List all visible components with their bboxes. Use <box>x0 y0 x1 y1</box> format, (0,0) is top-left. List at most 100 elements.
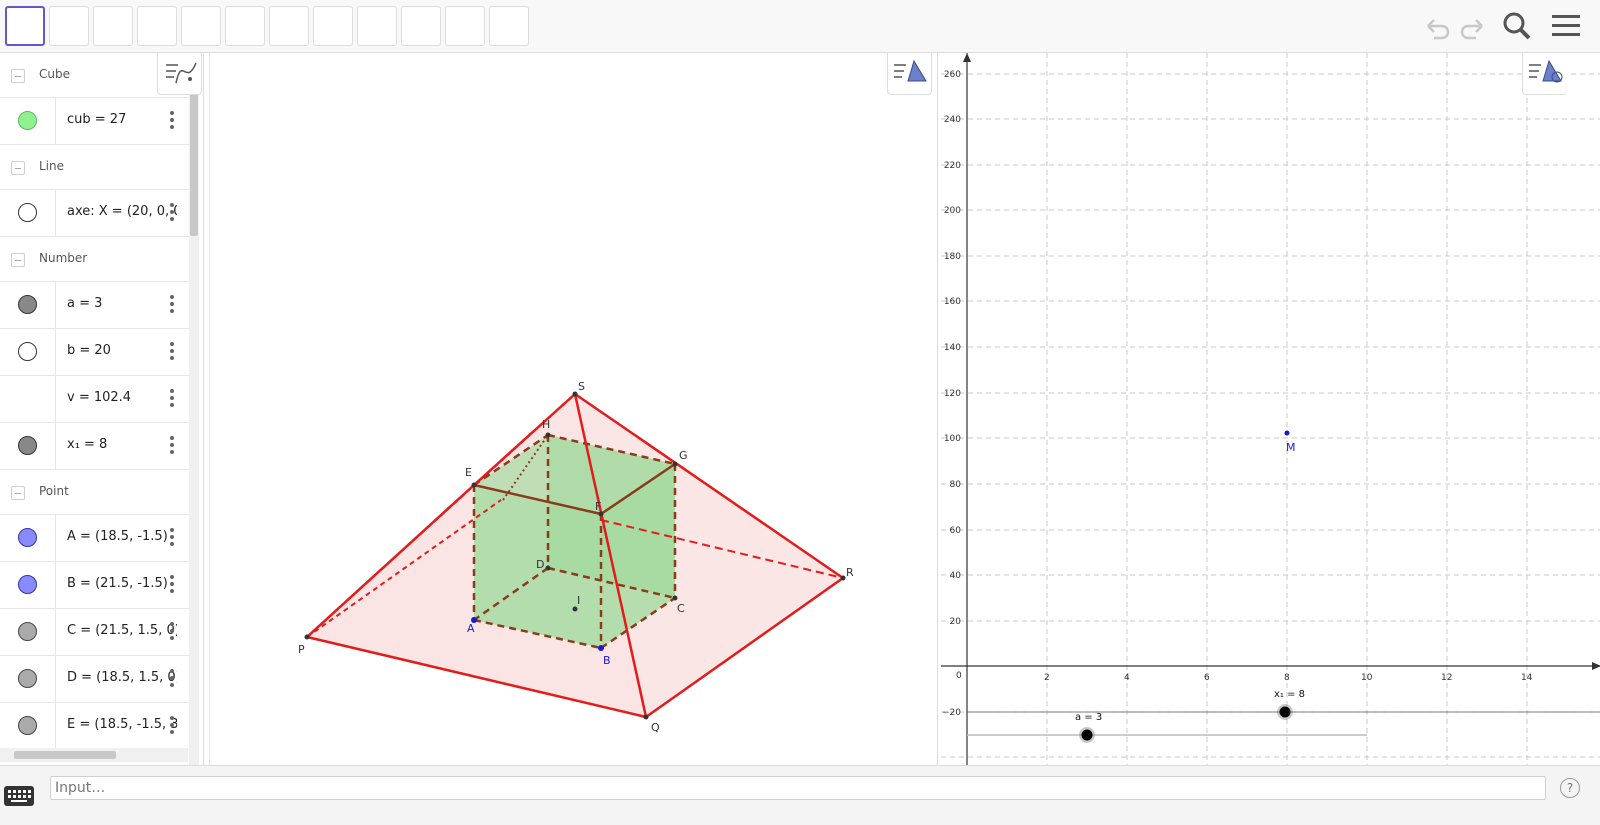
3d-style-bar-toggle[interactable] <box>887 53 932 95</box>
algebra-expression[interactable]: C = (21.5, 1.5, 0) <box>67 623 177 638</box>
2d-canvas[interactable]: 0 2 4 6 8 10 12 14 260 240 220 200 180 1… <box>938 53 1600 765</box>
more-options-icon[interactable] <box>170 669 174 687</box>
more-options-icon[interactable] <box>170 622 174 640</box>
algebra-expression[interactable]: cub = 27 <box>67 112 177 127</box>
point-E[interactable] <box>471 482 477 488</box>
algebra-row-v[interactable]: v = 102.4 <box>0 376 190 423</box>
algebra-row-C[interactable]: C = (21.5, 1.5, 0) <box>0 609 190 656</box>
algebra-expression[interactable]: D = (18.5, 1.5, 0) <box>67 670 177 685</box>
algebra-input-field[interactable] <box>50 776 1546 800</box>
tool-button-2[interactable] <box>49 6 89 46</box>
more-options-icon[interactable] <box>170 203 174 221</box>
collapse-icon[interactable] <box>11 161 25 175</box>
algebra-expression[interactable]: A = (18.5, -1.5) <box>67 529 177 544</box>
tool-button-4[interactable] <box>137 6 177 46</box>
slider-x1-label: x₁ = 8 <box>1274 689 1305 700</box>
redo-icon[interactable] <box>1456 10 1490 42</box>
point-C[interactable] <box>672 595 678 601</box>
more-options-icon[interactable] <box>170 389 174 407</box>
tool-button-8[interactable] <box>313 6 353 46</box>
point-S[interactable] <box>572 391 578 397</box>
point-D[interactable] <box>545 565 551 571</box>
point-M[interactable] <box>1284 430 1290 436</box>
algebra-row-axe[interactable]: axe: X = (20, 0, 0) + λ (0, 0, 1) <box>0 190 190 237</box>
visibility-marble[interactable] <box>18 203 37 222</box>
algebra-row-b[interactable]: b = 20 <box>0 329 190 376</box>
visibility-marble[interactable] <box>18 622 37 641</box>
algebra-row-x1[interactable]: x₁ = 8 <box>0 423 190 470</box>
visibility-marble[interactable] <box>18 342 37 361</box>
tool-button-11[interactable] <box>445 6 485 46</box>
group-label: Number <box>39 251 88 265</box>
point-P[interactable] <box>304 634 310 640</box>
tool-move-button[interactable] <box>5 6 45 46</box>
hamburger-menu-icon[interactable] <box>1550 10 1584 42</box>
visibility-marble[interactable] <box>18 528 37 547</box>
more-options-icon[interactable] <box>170 111 174 129</box>
more-options-icon[interactable] <box>170 436 174 454</box>
algebra-row-cub[interactable]: cub = 27 <box>0 98 190 145</box>
more-options-icon[interactable] <box>170 295 174 313</box>
algebra-expression[interactable]: a = 3 <box>67 296 177 311</box>
point-I[interactable] <box>572 606 578 612</box>
algebra-horizontal-scrollbar[interactable] <box>0 748 188 762</box>
collapse-icon[interactable] <box>11 253 25 267</box>
point-label: S <box>578 380 585 393</box>
undo-icon[interactable] <box>1420 10 1454 42</box>
3d-canvas[interactable]: S H G E F D I C A B P Q R <box>210 53 933 765</box>
search-icon[interactable] <box>1500 10 1534 42</box>
slider-a-handle[interactable] <box>1081 729 1093 741</box>
tool-button-9[interactable] <box>357 6 397 46</box>
keyboard-icon[interactable] <box>4 786 34 806</box>
algebra-vertical-scrollbar[interactable] <box>189 93 199 783</box>
more-options-icon[interactable] <box>170 716 174 734</box>
group-header-point[interactable]: Point <box>0 470 190 515</box>
tool-button-3[interactable] <box>93 6 133 46</box>
algebra-expression[interactable]: E = (18.5, -1.5, 3) <box>67 717 177 732</box>
visibility-marble[interactable] <box>18 716 37 735</box>
visibility-marble[interactable] <box>18 575 37 594</box>
point-label: I <box>577 594 580 607</box>
visibility-marble[interactable] <box>18 669 37 688</box>
algebra-row-A[interactable]: A = (18.5, -1.5) <box>0 515 190 562</box>
algebra-expression[interactable]: B = (21.5, -1.5) <box>67 576 177 591</box>
algebra-expression[interactable]: v = 102.4 <box>67 390 177 405</box>
algebra-style-bar-toggle[interactable] <box>157 53 202 95</box>
algebra-row-B[interactable]: B = (21.5, -1.5) <box>0 562 190 609</box>
tool-button-6[interactable] <box>225 6 265 46</box>
slider-x1-handle[interactable] <box>1279 706 1291 718</box>
algebra-expression[interactable]: b = 20 <box>67 343 177 358</box>
visibility-marble[interactable] <box>18 295 37 314</box>
algebra-row-a[interactable]: a = 3 <box>0 282 190 329</box>
graphics-3d-view[interactable]: S H G E F D I C A B P Q R <box>209 53 932 765</box>
group-header-line[interactable]: Line <box>0 145 190 190</box>
graphics-2d-view[interactable]: 0 2 4 6 8 10 12 14 260 240 220 200 180 1… <box>937 53 1600 765</box>
collapse-icon[interactable] <box>11 486 25 500</box>
group-header-number[interactable]: Number <box>0 237 190 282</box>
algebra-row-E[interactable]: E = (18.5, -1.5, 3) <box>0 703 190 750</box>
point-G[interactable] <box>672 461 678 467</box>
y-tick-label: 120 <box>944 389 961 399</box>
point-Q[interactable] <box>643 714 649 720</box>
point-H[interactable] <box>545 432 551 438</box>
2d-style-bar-toggle[interactable] <box>1522 53 1567 95</box>
visibility-marble[interactable] <box>18 436 37 455</box>
tool-button-7[interactable] <box>269 6 309 46</box>
visibility-marble[interactable] <box>18 111 37 130</box>
tool-button-12[interactable] <box>489 6 529 46</box>
algebra-row-D[interactable]: D = (18.5, 1.5, 0) <box>0 656 190 703</box>
point-B[interactable] <box>598 645 604 651</box>
algebra-expression[interactable]: x₁ = 8 <box>67 437 177 452</box>
more-options-icon[interactable] <box>170 575 174 593</box>
point-R[interactable] <box>840 575 846 581</box>
y-tick-label: 40 <box>950 571 962 581</box>
more-options-icon[interactable] <box>170 342 174 360</box>
tool-button-10[interactable] <box>401 6 441 46</box>
collapse-icon[interactable] <box>11 69 25 83</box>
tool-button-5[interactable] <box>181 6 221 46</box>
y-tick-label: 260 <box>944 70 961 80</box>
y-tick-label: 240 <box>944 115 961 125</box>
help-icon[interactable]: ? <box>1560 778 1580 798</box>
more-options-icon[interactable] <box>170 528 174 546</box>
algebra-expression[interactable]: axe: X = (20, 0, 0) + λ (0, 0, 1) <box>67 204 177 219</box>
